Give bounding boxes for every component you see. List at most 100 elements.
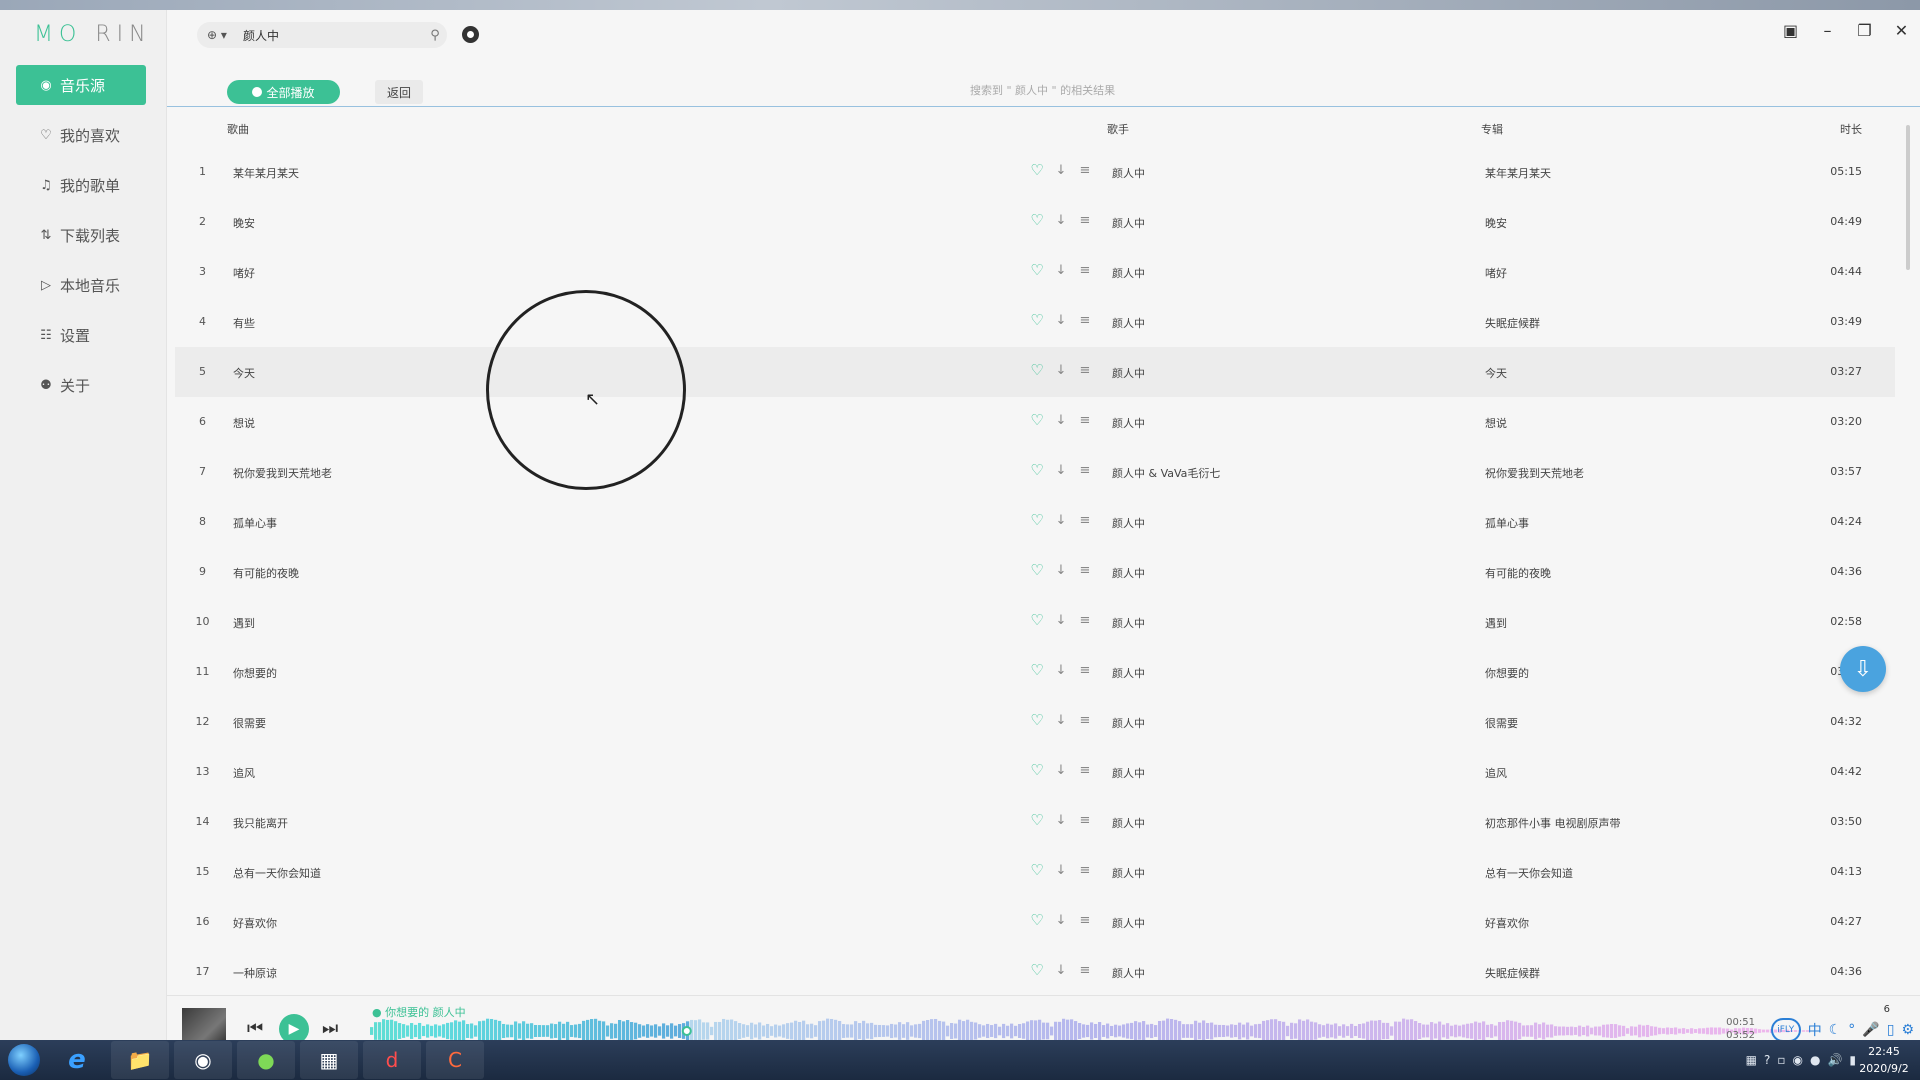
sidebar-item[interactable]: ◉ 音乐源 bbox=[16, 65, 146, 105]
music-player-icon[interactable]: d bbox=[363, 1041, 421, 1079]
song-artist[interactable]: 颜人中 bbox=[1112, 515, 1145, 531]
download-icon[interactable]: ↓ bbox=[1052, 160, 1070, 180]
browser-icon[interactable]: ● bbox=[237, 1041, 295, 1079]
music-source-select[interactable]: ⊕ ▾ bbox=[197, 28, 237, 42]
song-album[interactable]: 失眠症候群 bbox=[1485, 965, 1540, 981]
song-artist[interactable]: 颜人中 bbox=[1112, 165, 1145, 181]
table-row[interactable]: 2 晚安 ♡ ↓ ≡ 颜人中 晚安 04:49 bbox=[175, 197, 1895, 247]
heart-icon[interactable]: ♡ bbox=[1028, 610, 1046, 630]
song-title[interactable]: 一种原谅 bbox=[233, 965, 277, 981]
song-title[interactable]: 今天 bbox=[233, 365, 255, 381]
heart-icon[interactable]: ♡ bbox=[1028, 310, 1046, 330]
start-button[interactable] bbox=[0, 1040, 48, 1080]
add-to-playlist-icon[interactable]: ≡ bbox=[1076, 360, 1094, 380]
add-to-playlist-icon[interactable]: ≡ bbox=[1076, 160, 1094, 180]
download-icon[interactable]: ↓ bbox=[1052, 760, 1070, 780]
next-track-icon[interactable]: ⏭ bbox=[322, 1018, 338, 1039]
song-title[interactable]: 你想要的 bbox=[233, 665, 277, 681]
heart-icon[interactable]: ♡ bbox=[1028, 760, 1046, 780]
download-icon[interactable]: ↓ bbox=[1052, 510, 1070, 530]
add-to-playlist-icon[interactable]: ≡ bbox=[1076, 260, 1094, 280]
sidebar-item[interactable]: ♡ 我的喜欢 bbox=[16, 115, 146, 155]
heart-icon[interactable]: ♡ bbox=[1028, 460, 1046, 480]
header-album[interactable]: 专辑 bbox=[1481, 121, 1503, 137]
search-input[interactable]: 颜人中 bbox=[237, 27, 423, 44]
song-title[interactable]: 很需要 bbox=[233, 715, 266, 731]
search-box[interactable]: ⊕ ▾ 颜人中 ⚲ bbox=[197, 22, 447, 48]
song-album[interactable]: 失眠症候群 bbox=[1485, 315, 1540, 331]
add-to-playlist-icon[interactable]: ≡ bbox=[1076, 810, 1094, 830]
song-album[interactable]: 追风 bbox=[1485, 765, 1507, 781]
keyboard-icon[interactable]: ▯ bbox=[1887, 1022, 1895, 1038]
add-to-playlist-icon[interactable]: ≡ bbox=[1076, 860, 1094, 880]
download-icon[interactable]: ↓ bbox=[1052, 710, 1070, 730]
table-row[interactable]: 4 有些 ♡ ↓ ≡ 颜人中 失眠症候群 03:49 bbox=[175, 297, 1895, 347]
heart-icon[interactable]: ♡ bbox=[1028, 210, 1046, 230]
song-artist[interactable]: 颜人中 bbox=[1112, 365, 1145, 381]
heart-icon[interactable]: ♡ bbox=[1028, 960, 1046, 980]
table-row[interactable]: 7 祝你爱我到天荒地老 ♡ ↓ ≡ 颜人中 & VaVa毛衍七 祝你爱我到天荒地老 03:57 bbox=[175, 447, 1895, 497]
song-artist[interactable]: 颜人中 bbox=[1112, 265, 1145, 281]
song-title[interactable]: 孤单心事 bbox=[233, 515, 277, 531]
microphone-icon[interactable]: 🎤 bbox=[1862, 1022, 1879, 1038]
song-album[interactable]: 祝你爱我到天荒地老 bbox=[1485, 465, 1584, 481]
table-row[interactable]: 10 遇到 ♡ ↓ ≡ 颜人中 遇到 02:58 bbox=[175, 597, 1895, 647]
table-row[interactable]: 13 追风 ♡ ↓ ≡ 颜人中 追风 04:42 bbox=[175, 747, 1895, 797]
heart-icon[interactable]: ♡ bbox=[1028, 660, 1046, 680]
song-artist[interactable]: 颜人中 bbox=[1112, 815, 1145, 831]
table-row[interactable]: 12 很需要 ♡ ↓ ≡ 颜人中 很需要 04:32 bbox=[175, 697, 1895, 747]
song-artist[interactable]: 颜人中 bbox=[1112, 865, 1145, 881]
heart-icon[interactable]: ♡ bbox=[1028, 860, 1046, 880]
song-title[interactable]: 有可能的夜晚 bbox=[233, 565, 299, 581]
back-button[interactable]: 返回 bbox=[375, 80, 423, 104]
tray-icon[interactable]: ▫ bbox=[1777, 1053, 1785, 1067]
previous-track-icon[interactable]: ⏮ bbox=[247, 1018, 263, 1039]
moon-icon[interactable]: ☾ bbox=[1829, 1022, 1842, 1038]
table-row[interactable]: 8 孤单心事 ♡ ↓ ≡ 颜人中 孤单心事 04:24 bbox=[175, 497, 1895, 547]
song-album[interactable]: 你想要的 bbox=[1485, 665, 1529, 681]
download-icon[interactable]: ↓ bbox=[1052, 610, 1070, 630]
song-album[interactable]: 很需要 bbox=[1485, 715, 1518, 731]
download-icon[interactable]: ↓ bbox=[1052, 560, 1070, 580]
song-album[interactable]: 孤单心事 bbox=[1485, 515, 1529, 531]
music-app-icon[interactable]: ◉ bbox=[174, 1041, 232, 1079]
download-icon[interactable]: ↓ bbox=[1052, 260, 1070, 280]
heart-icon[interactable]: ♡ bbox=[1028, 160, 1046, 180]
heart-icon[interactable]: ♡ bbox=[1028, 360, 1046, 380]
song-artist[interactable]: 颜人中 bbox=[1112, 415, 1145, 431]
song-album[interactable]: 今天 bbox=[1485, 365, 1507, 381]
add-to-playlist-icon[interactable]: ≡ bbox=[1076, 210, 1094, 230]
add-to-playlist-icon[interactable]: ≡ bbox=[1076, 910, 1094, 930]
heart-icon[interactable]: ♡ bbox=[1028, 260, 1046, 280]
song-artist[interactable]: 颜人中 bbox=[1112, 315, 1145, 331]
volume-icon[interactable]: 🔊 bbox=[1827, 1053, 1842, 1067]
mini-mode-icon[interactable]: ▣ bbox=[1772, 10, 1809, 50]
table-row[interactable]: 3 啫好 ♡ ↓ ≡ 颜人中 啫好 04:44 bbox=[175, 247, 1895, 297]
song-title[interactable]: 遇到 bbox=[233, 615, 255, 631]
song-artist[interactable]: 颜人中 & VaVa毛衍七 bbox=[1112, 465, 1220, 481]
song-album[interactable]: 晚安 bbox=[1485, 215, 1507, 231]
play-all-button[interactable]: 全部播放 bbox=[227, 80, 340, 104]
song-album[interactable]: 总有一天你会知道 bbox=[1485, 865, 1573, 881]
table-row[interactable]: 9 有可能的夜晚 ♡ ↓ ≡ 颜人中 有可能的夜晚 04:36 bbox=[175, 547, 1895, 597]
heart-icon[interactable]: ♡ bbox=[1028, 510, 1046, 530]
song-album[interactable]: 初恋那件小事 电视剧原声带 bbox=[1485, 815, 1621, 831]
heart-icon[interactable]: ♡ bbox=[1028, 810, 1046, 830]
download-float-button[interactable]: ⇩ bbox=[1840, 646, 1886, 692]
archive-icon[interactable]: ▦ bbox=[300, 1041, 358, 1079]
table-row[interactable]: 5 今天 ♡ ↓ ≡ 颜人中 今天 03:27 bbox=[175, 347, 1895, 397]
add-to-playlist-icon[interactable]: ≡ bbox=[1076, 660, 1094, 680]
search-icon[interactable]: ⚲ bbox=[423, 28, 447, 43]
close-button[interactable]: ✕ bbox=[1883, 10, 1920, 50]
song-artist[interactable]: 颜人中 bbox=[1112, 715, 1145, 731]
ifly-icon[interactable]: iFLY bbox=[1770, 1018, 1801, 1042]
download-icon[interactable]: ↓ bbox=[1052, 810, 1070, 830]
song-title[interactable]: 我只能离开 bbox=[233, 815, 288, 831]
song-artist[interactable]: 颜人中 bbox=[1112, 765, 1145, 781]
song-artist[interactable]: 颜人中 bbox=[1112, 965, 1145, 981]
table-row[interactable]: 15 总有一天你会知道 ♡ ↓ ≡ 颜人中 总有一天你会知道 04:13 bbox=[175, 847, 1895, 897]
add-to-playlist-icon[interactable]: ≡ bbox=[1076, 760, 1094, 780]
tray-icon[interactable]: ▦ bbox=[1746, 1053, 1757, 1067]
song-album[interactable]: 某年某月某天 bbox=[1485, 165, 1551, 181]
song-title[interactable]: 总有一天你会知道 bbox=[233, 865, 321, 881]
